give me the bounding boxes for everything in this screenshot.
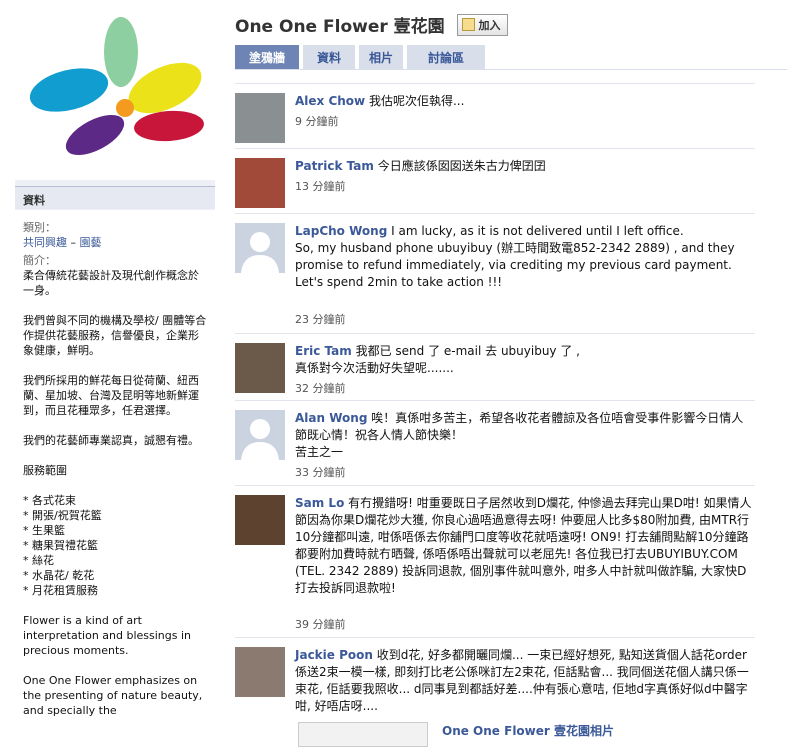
category-separator: – [67,236,80,249]
wall-post: Sam Lo 有冇攪錯呀! 咁重要既日子居然收到D爛花, 仲慘過去拜完山果D咁!… [235,485,755,637]
intro-label: 簡介： [23,254,56,267]
default-avatar-icon [241,419,279,460]
avatar[interactable] [235,93,285,143]
post-text: 有冇攪錯呀! 咁重要既日子居然收到D爛花, 仲慘過去拜完山果D咁! 如果情人節因… [295,496,752,595]
wall-post: Alex Chow 我估呢次佢執得... 9 分鐘前 [235,83,755,149]
page-logo[interactable] [15,10,215,180]
post-author[interactable]: Patrick Tam [295,159,374,173]
services-list: * 各式花束 * 開張/祝賀花籃 * 生果籃 * 糖果賀禮花籃 * 絲花 * 水… [23,494,102,597]
post-author[interactable]: Alan Wong [295,411,367,425]
attached-photo[interactable] [298,722,428,747]
intro-paragraph-en: Flower is a kind of art interpretation a… [23,614,192,657]
post-time[interactable]: 13 分鐘前 [295,178,346,194]
page: 資料 類別： 共同興趣 – 園藝 簡介： 柔合傳統花藝設計及現代創作概念於一身。… [0,0,787,747]
avatar[interactable] [235,158,285,208]
join-icon [461,17,475,31]
post-author[interactable]: Eric Tam [295,344,352,358]
avatar[interactable] [235,223,285,273]
post-body: LapCho Wong I am lucky, as it is not del… [295,223,755,291]
intro-paragraph: 柔合傳統花藝設計及現代創作概念於一身。 [23,269,199,297]
post-author[interactable]: Sam Lo [295,496,344,510]
post-body: Alex Chow 我估呢次佢執得... [295,93,755,110]
tab-divider [235,69,787,70]
tab-photos[interactable]: 相片 [359,45,403,69]
default-avatar-icon [241,232,279,273]
avatar[interactable] [235,647,285,697]
album-link[interactable]: One One Flower 壹花園相片 [442,722,614,739]
wall-post: Alan Wong 唉！真係咁多苦主，希望各收花者體諒及各位唔會受事件影響今日情… [235,400,755,486]
post-body: Jackie Poon 收到d花, 好多都開曬同爛... 一束已經好想死, 點知… [295,647,755,715]
post-body: Eric Tam 我都已 send 了 e-mail 去 ubuyibuy 了 … [295,343,755,377]
category-link-interest[interactable]: 共同興趣 [23,236,67,249]
wall-post: LapCho Wong I am lucky, as it is not del… [235,213,755,333]
tab-discussions[interactable]: 討論區 [407,45,485,69]
category-label: 類別： [23,221,56,234]
tab-info[interactable]: 資料 [303,45,355,69]
services-heading: 服務範圍 [23,464,67,477]
intro-paragraph: 我們曾與不同的機構及學校/ 團體等合作提供花藝服務，信譽優良，企業形象健康，鮮明… [23,314,207,357]
sidebar: 資料 類別： 共同興趣 – 園藝 簡介： 柔合傳統花藝設計及現代創作概念於一身。… [15,10,215,747]
avatar[interactable] [235,495,285,545]
post-time[interactable]: 33 分鐘前 [295,464,346,480]
post-author[interactable]: Alex Chow [295,94,365,108]
avatar[interactable] [235,343,285,393]
info-header: 資料 [15,186,215,209]
post-body: Sam Lo 有冇攪錯呀! 咁重要既日子居然收到D爛花, 仲慘過去拜完山果D咁!… [295,495,755,597]
wall-post: Patrick Tam 今日應該係囡囡送朱古力俾囝囝 13 分鐘前 [235,148,755,214]
intro-paragraph: 我們的花藝師專業認真，誠懇有禮。 [23,434,199,447]
page-title: One One Flower 壹花園 [235,17,445,37]
intro-paragraph-en: One One Flower emphasizes on the present… [23,674,203,717]
wall-post: Eric Tam 我都已 send 了 e-mail 去 ubuyibuy 了 … [235,333,755,409]
join-button[interactable]: 加入 [456,13,508,36]
info-body: 類別： 共同興趣 – 園藝 簡介： 柔合傳統花藝設計及現代創作概念於一身。 我們… [15,210,215,747]
page-header: One One Flower 壹花園 加入 [235,12,508,37]
tab-wall[interactable]: 塗鴉牆 [235,45,299,69]
post-text: 我估呢次佢執得... [368,94,465,108]
post-author[interactable]: LapCho Wong [295,224,387,238]
post-body: Patrick Tam 今日應該係囡囡送朱古力俾囝囝 [295,158,755,175]
post-time[interactable]: 9 分鐘前 [295,113,339,129]
intro-paragraph: 我們所採用的鮮花每日從荷蘭、紐西蘭、星加坡、台灣及昆明等地新鮮運到，而且花種眾多… [23,374,199,417]
post-body: Alan Wong 唉！真係咁多苦主，希望各收花者體諒及各位唔會受事件影響今日情… [295,410,755,461]
flower-logo-icon [29,17,204,156]
avatar[interactable] [235,410,285,460]
join-label: 加入 [478,18,501,32]
post-text: 今日應該係囡囡送朱古力俾囝囝 [377,159,546,173]
post-time[interactable]: 23 分鐘前 [295,311,346,327]
post-time[interactable]: 32 分鐘前 [295,380,346,396]
category-links: 共同興趣 – 園藝 [23,235,208,250]
post-time[interactable]: 39 分鐘前 [295,616,346,632]
category-link-gardening[interactable]: 園藝 [80,236,102,249]
post-author[interactable]: Jackie Poon [295,648,373,662]
